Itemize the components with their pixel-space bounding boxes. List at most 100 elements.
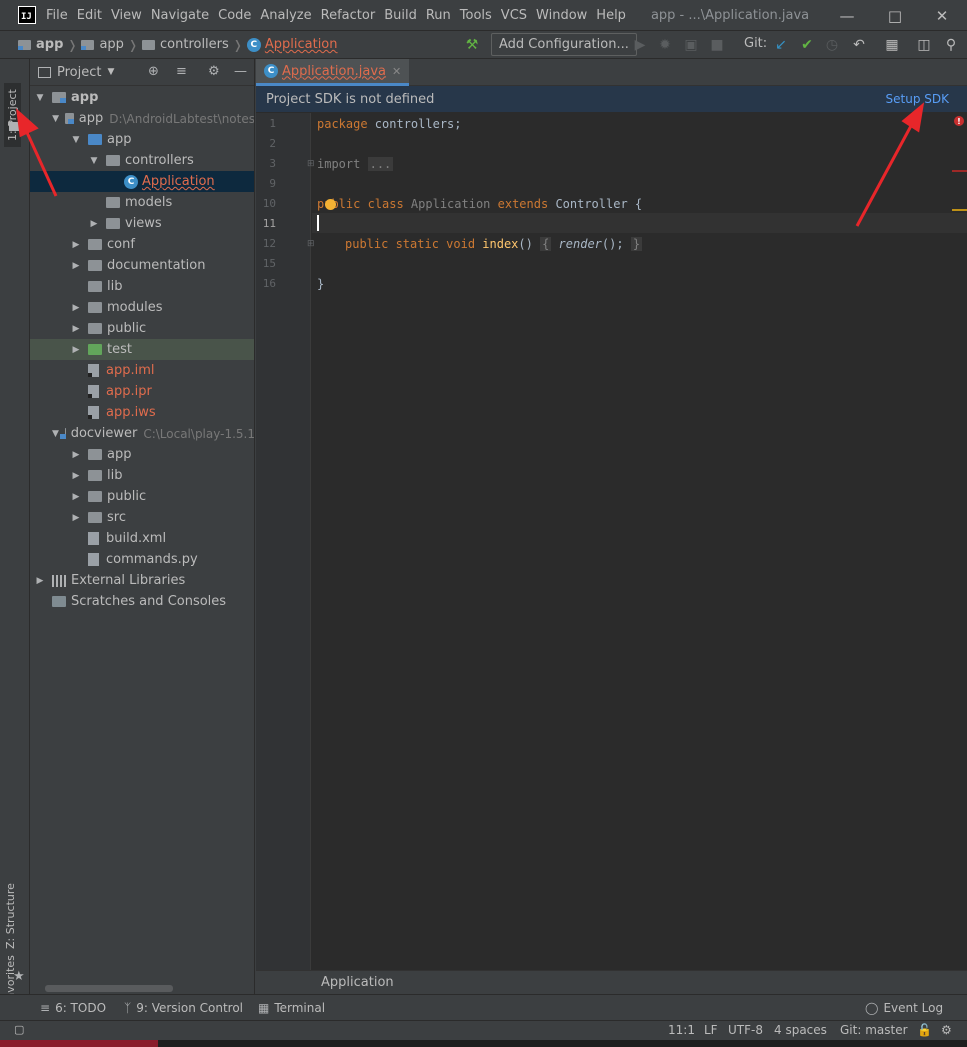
crumb-class[interactable]: C Application: [246, 37, 338, 52]
collapsed-arrow-icon[interactable]: ▶: [70, 303, 82, 313]
setup-sdk-link[interactable]: Setup SDK: [886, 92, 949, 106]
menu-file[interactable]: File: [46, 8, 68, 23]
menu-window[interactable]: Window: [536, 8, 587, 23]
intention-bulb-icon[interactable]: [325, 199, 336, 210]
menu-navigate[interactable]: Navigate: [151, 8, 209, 23]
tree-item[interactable]: ▶ views: [30, 213, 254, 234]
inspector-icon[interactable]: ⚙: [941, 1023, 952, 1037]
collapsed-arrow-icon[interactable]: ▶: [70, 471, 82, 481]
version-control-tool-button[interactable]: ᛉ 9: Version Control: [124, 1001, 243, 1015]
collapsed-arrow-icon[interactable]: ▶: [70, 261, 82, 271]
caret-position[interactable]: 11:1: [668, 1023, 695, 1037]
menu-analyze[interactable]: Analyze: [260, 8, 311, 23]
collapsed-arrow-icon[interactable]: ▶: [70, 324, 82, 334]
tree-item[interactable]: build.xml: [30, 528, 254, 549]
tree-item[interactable]: ▶ test: [30, 339, 254, 360]
tree-item[interactable]: commands.py: [30, 549, 254, 570]
crumb-module[interactable]: app ❭: [81, 37, 138, 52]
expanded-arrow-icon[interactable]: ▼: [70, 135, 82, 145]
toggle-tool-windows-icon[interactable]: ▢: [14, 1023, 24, 1036]
tree-item[interactable]: ▼ docviewer C:\Local\play-1.5.1: [30, 423, 254, 444]
tree-item[interactable]: ▶ External Libraries: [30, 570, 254, 591]
menu-vcs[interactable]: VCS: [501, 8, 527, 23]
collapsed-arrow-icon[interactable]: ▶: [70, 450, 82, 460]
collapsed-arrow-icon[interactable]: ▶: [88, 219, 100, 229]
tree-item[interactable]: C Application: [30, 171, 254, 192]
code-editor[interactable]: 1 2 3 9 10 11 12 15 16 ⊞ ⊞ package contr…: [256, 113, 967, 970]
tree-item[interactable]: ▶ modules: [30, 297, 254, 318]
menu-build[interactable]: Build: [384, 8, 417, 23]
collapsed-arrow-icon[interactable]: ▶: [34, 576, 46, 586]
menu-edit[interactable]: Edit: [77, 8, 102, 23]
tree-item[interactable]: ▶ public: [30, 486, 254, 507]
gear-icon[interactable]: ⚙: [208, 64, 220, 79]
terminal-tool-button[interactable]: ▦ Terminal: [258, 1001, 325, 1015]
collapse-all-icon[interactable]: ≡: [176, 64, 187, 79]
event-log-tool-button[interactable]: ◯ Event Log: [865, 1001, 943, 1015]
tree-item[interactable]: ▶ conf: [30, 234, 254, 255]
collapsed-arrow-icon[interactable]: ▶: [70, 240, 82, 250]
tree-item[interactable]: ▶ app: [30, 444, 254, 465]
tab-structure[interactable]: Z: Structure: [4, 883, 17, 949]
collapsed-arrow-icon[interactable]: ▶: [70, 513, 82, 523]
tab-project[interactable]: 1: Project: [4, 83, 21, 147]
tab-application-java[interactable]: C Application.java ✕: [256, 59, 410, 86]
tree-item[interactable]: app.ipr: [30, 381, 254, 402]
stop-icon[interactable]: ■: [707, 35, 727, 55]
menu-code[interactable]: Code: [218, 8, 251, 23]
debug-icon[interactable]: ✹: [655, 35, 675, 55]
tree-item[interactable]: app.iws: [30, 402, 254, 423]
tree-item[interactable]: ▼ app: [30, 87, 254, 108]
error-indicator-icon[interactable]: !: [954, 116, 964, 126]
expanded-arrow-icon[interactable]: ▼: [52, 429, 59, 439]
error-stripe-mark[interactable]: [952, 170, 967, 172]
indent-setting[interactable]: 4 spaces: [774, 1023, 827, 1037]
locate-icon[interactable]: ⊕: [148, 64, 159, 79]
tree-item[interactable]: ▼ app: [30, 129, 254, 150]
crumb-project[interactable]: app ❭: [18, 37, 77, 52]
lock-icon[interactable]: 🔓: [917, 1023, 932, 1037]
tree-item[interactable]: ▶ src: [30, 507, 254, 528]
menu-tools[interactable]: Tools: [460, 8, 492, 23]
tree-item[interactable]: Scratches and Consoles: [30, 591, 254, 612]
git-update-icon[interactable]: ↙: [771, 35, 791, 55]
run-coverage-icon[interactable]: ▣: [681, 35, 701, 55]
git-branch[interactable]: Git: master: [840, 1023, 908, 1037]
menu-refactor[interactable]: Refactor: [321, 8, 376, 23]
tree-item[interactable]: ▶ public: [30, 318, 254, 339]
tree-item[interactable]: ▼ controllers: [30, 150, 254, 171]
collapsed-arrow-icon[interactable]: ▶: [70, 492, 82, 502]
menu-run[interactable]: Run: [426, 8, 451, 23]
git-commit-icon[interactable]: ✔: [797, 35, 817, 55]
tree-item[interactable]: models: [30, 192, 254, 213]
line-separator[interactable]: LF: [704, 1023, 718, 1037]
tree-item[interactable]: lib: [30, 276, 254, 297]
file-encoding[interactable]: UTF-8: [728, 1023, 763, 1037]
expanded-arrow-icon[interactable]: ▼: [88, 156, 100, 166]
rollback-icon[interactable]: ↶: [849, 35, 869, 55]
presentation-icon[interactable]: ◫: [914, 35, 934, 55]
close-tab-icon[interactable]: ✕: [392, 65, 401, 78]
tree-item[interactable]: ▶ lib: [30, 465, 254, 486]
collapsed-arrow-icon[interactable]: ▶: [70, 345, 82, 355]
tree-item[interactable]: ▼ app D:\AndroidLabtest\notes: [30, 108, 254, 129]
run-icon[interactable]: ▶: [630, 35, 650, 55]
close-window-icon[interactable]: ✕: [919, 0, 965, 31]
history-icon[interactable]: ◷: [822, 35, 842, 55]
expanded-arrow-icon[interactable]: ▼: [34, 93, 46, 103]
warning-stripe-mark[interactable]: [952, 209, 967, 211]
crumb-package[interactable]: controllers ❭: [142, 37, 243, 52]
folded-imports[interactable]: ...: [367, 157, 394, 171]
menu-view[interactable]: View: [111, 8, 142, 23]
menu-help[interactable]: Help: [596, 8, 626, 23]
expanded-arrow-icon[interactable]: ▼: [52, 114, 59, 124]
fold-icon[interactable]: ⊞: [307, 239, 315, 249]
project-structure-icon[interactable]: ▦: [882, 35, 902, 55]
horizontal-scrollbar[interactable]: [45, 985, 173, 992]
maximize-icon[interactable]: □: [872, 0, 918, 31]
hide-panel-icon[interactable]: —: [234, 64, 247, 79]
project-view-selector[interactable]: Project: [57, 65, 101, 80]
tree-item[interactable]: app.iml: [30, 360, 254, 381]
fold-icon[interactable]: ⊞: [307, 159, 315, 169]
build-hammer-icon[interactable]: ⚒: [462, 35, 482, 55]
